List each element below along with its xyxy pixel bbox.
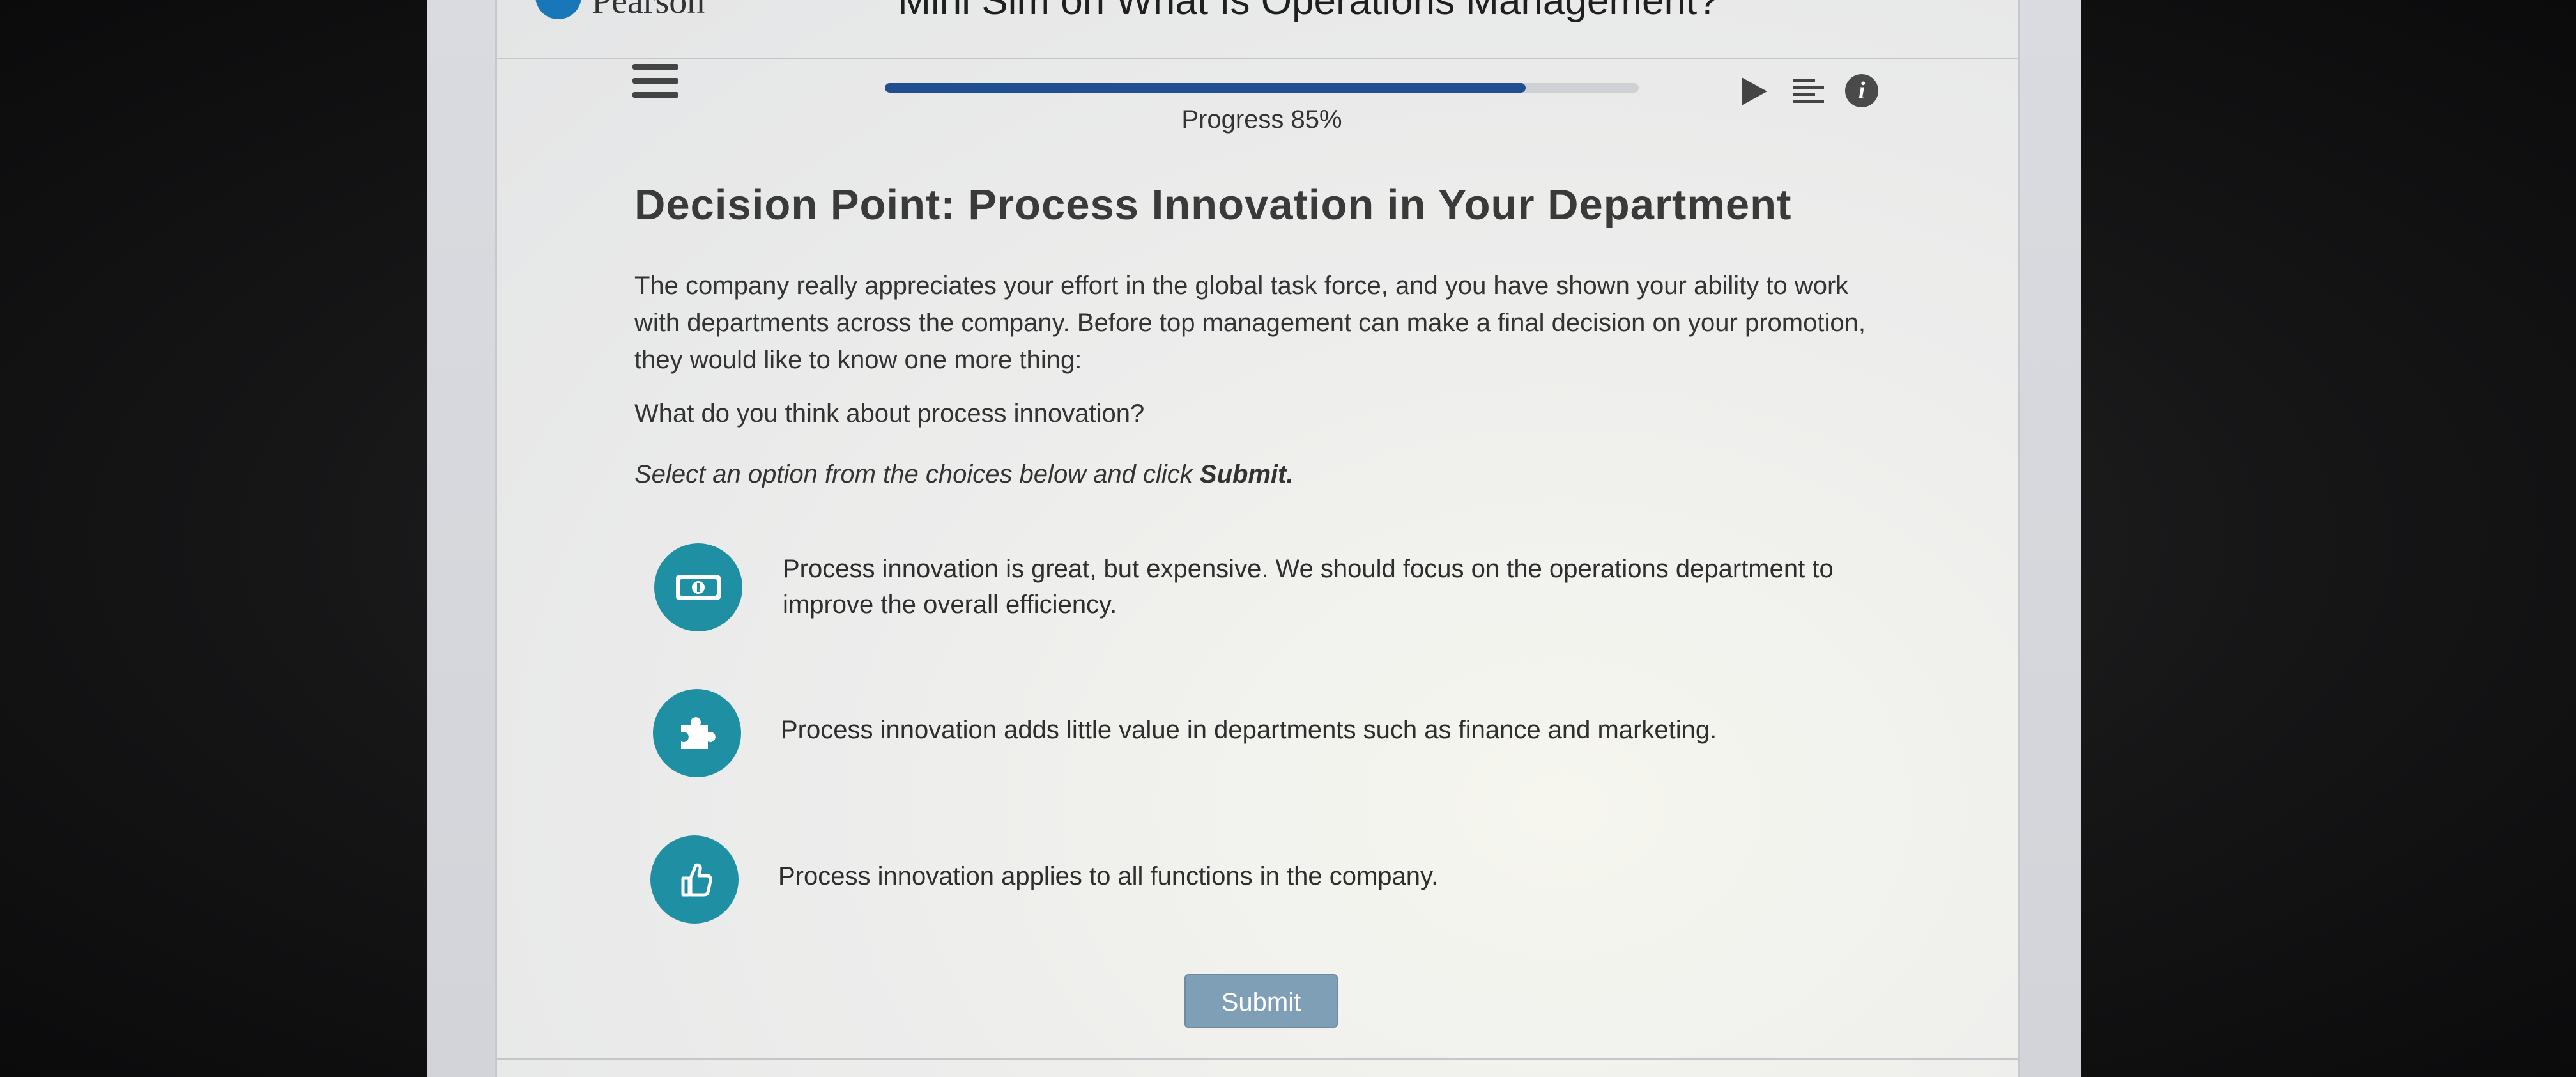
option-1-text: Process innovation is great, but expensi…: [783, 555, 1834, 619]
option-expensive[interactable]: Process innovation is great, but expensi…: [645, 543, 1891, 633]
header-bar: Pearson Mini Sim on What Is Operations M…: [497, 0, 2018, 59]
progress-label: Progress 85%: [1181, 105, 1342, 134]
option-3-text: Process innovation applies to all functi…: [778, 862, 1439, 890]
progress-bar: [885, 83, 1639, 93]
instruction-submit-word: Submit.: [1199, 460, 1294, 488]
transcript-icon[interactable]: [1792, 77, 1825, 107]
app-title: Mini Sim on What Is Operations Managemen…: [898, 0, 1719, 23]
bottom-divider: [497, 1058, 2018, 1060]
info-icon[interactable]: i: [1845, 74, 1878, 107]
pearson-logo-icon: [535, 0, 581, 19]
money-icon: [654, 543, 742, 631]
logo-text: Pearson: [592, 0, 705, 21]
submit-button[interactable]: Submit: [1184, 974, 1338, 1028]
puzzle-piece-icon: [653, 689, 741, 777]
play-icon[interactable]: [1739, 76, 1768, 107]
question-text: What do you think about process innovati…: [634, 399, 1145, 428]
hamburger-menu-icon[interactable]: [632, 64, 678, 102]
instruction-text: Select an option from the choices below …: [634, 460, 1294, 489]
page-title: Decision Point: Process Innovation in Yo…: [634, 181, 1792, 229]
option-little-value[interactable]: Process innovation adds little value in …: [645, 689, 1891, 779]
instruction-prefix: Select an option from the choices below …: [634, 460, 1200, 488]
option-2-text: Process innovation adds little value in …: [781, 716, 1717, 744]
thumbs-up-icon: [650, 835, 739, 924]
intro-paragraph: The company really appreciates your effo…: [634, 272, 1866, 374]
option-all-functions[interactable]: Process innovation applies to all functi…: [645, 835, 1891, 925]
progress-bar-fill: [885, 83, 1526, 93]
